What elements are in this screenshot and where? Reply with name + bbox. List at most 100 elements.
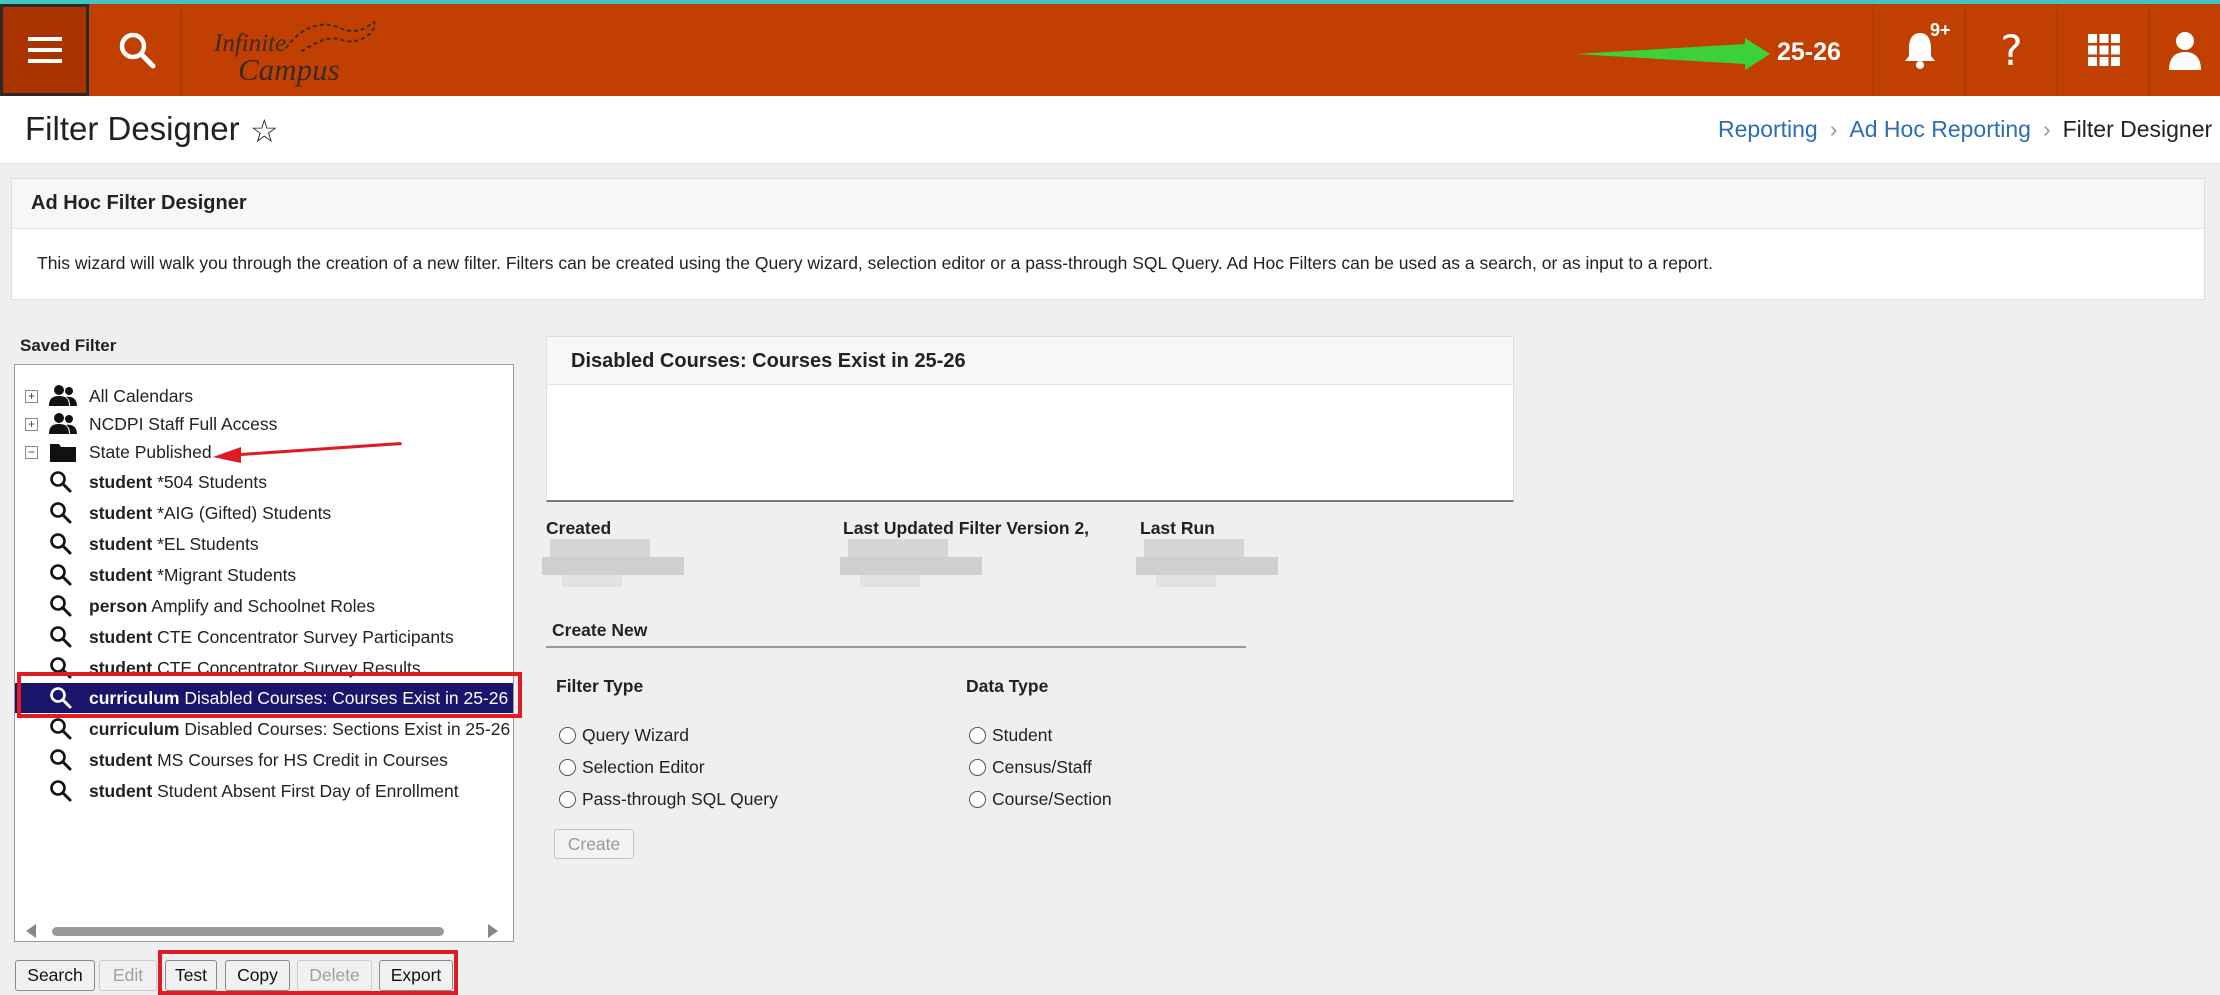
tree-folder-all-calendars[interactable]: + All Calendars bbox=[15, 381, 513, 411]
info-panel: Ad Hoc Filter Designer This wizard will … bbox=[11, 178, 2205, 300]
infinite-campus-logo: Infinite Campus bbox=[212, 14, 382, 87]
collapse-icon[interactable]: − bbox=[25, 445, 38, 459]
filter-item-type: curriculum bbox=[89, 718, 180, 739]
radio-circle[interactable] bbox=[559, 791, 576, 808]
radio-label: Course/Section bbox=[992, 789, 1112, 809]
radio-label: Student bbox=[992, 725, 1053, 745]
radio-circle[interactable] bbox=[559, 727, 576, 744]
radio-circle[interactable] bbox=[969, 759, 986, 776]
filter-item-name: Disabled Courses: Sections Exist in 25-2… bbox=[184, 718, 511, 739]
tree-folder-ncdpi-staff[interactable]: + NCDPI Staff Full Access bbox=[15, 409, 513, 439]
scroll-left-arrow-icon[interactable] bbox=[26, 924, 36, 938]
filter-item[interactable]: person Amplify and Schoolnet Roles bbox=[15, 591, 513, 621]
radio-census-staff[interactable]: Census/Staff bbox=[969, 757, 1092, 778]
top-bar: Infinite Campus 25-26 9+ ? bbox=[0, 0, 2220, 96]
filter-item[interactable]: student *Migrant Students bbox=[15, 560, 513, 590]
filter-item-type: student bbox=[89, 780, 153, 801]
tree-folder-label: NCDPI Staff Full Access bbox=[89, 413, 278, 434]
breadcrumb-reporting[interactable]: Reporting bbox=[1718, 116, 1818, 142]
filter-item-type: student bbox=[89, 564, 153, 585]
search-button[interactable]: Search bbox=[15, 960, 95, 991]
filter-detail-title: Disabled Courses: Courses Exist in 25-26 bbox=[547, 337, 1513, 385]
search-icon bbox=[50, 780, 72, 802]
users-group-icon bbox=[49, 385, 77, 406]
users-group-icon bbox=[49, 413, 77, 434]
filter-item-name: *AIG (Gifted) Students bbox=[157, 502, 332, 523]
search-button[interactable] bbox=[92, 4, 182, 96]
filter-item[interactable]: student Student Absent First Day of Enro… bbox=[15, 776, 513, 806]
chevron-right-icon: › bbox=[1829, 116, 1838, 142]
radio-circle[interactable] bbox=[969, 727, 986, 744]
radio-circle[interactable] bbox=[559, 759, 576, 776]
search-icon bbox=[50, 502, 72, 524]
filter-item-name: MS Courses for HS Credit in Courses bbox=[157, 749, 448, 770]
radio-selection-editor[interactable]: Selection Editor bbox=[559, 757, 705, 778]
radio-student[interactable]: Student bbox=[969, 725, 1052, 746]
saved-filter-label: Saved Filter bbox=[20, 336, 117, 355]
question-icon: ? bbox=[2000, 25, 2023, 75]
notification-badge: 9+ bbox=[1930, 20, 1951, 40]
filter-item-type: student bbox=[89, 471, 153, 492]
filter-item[interactable]: student CTE Concentrator Survey Particip… bbox=[15, 622, 513, 652]
scroll-right-arrow-icon[interactable] bbox=[488, 924, 498, 938]
filter-item-name: *EL Students bbox=[157, 533, 259, 554]
filter-item-type: student bbox=[89, 533, 153, 554]
data-type-label: Data Type bbox=[966, 676, 1049, 696]
breadcrumb: Reporting › Ad Hoc Reporting › Filter Design… bbox=[1718, 116, 2212, 143]
scrollbar-thumb[interactable] bbox=[52, 927, 444, 936]
filter-item-name: Student Absent First Day of Enrollment bbox=[157, 780, 459, 801]
tree-folder-label: State Published bbox=[89, 441, 212, 462]
radio-label: Census/Staff bbox=[992, 757, 1092, 777]
filter-item[interactable]: curriculum Disabled Courses: Sections Ex… bbox=[15, 714, 513, 744]
filter-item-type: student bbox=[89, 749, 153, 770]
search-icon bbox=[50, 718, 72, 740]
info-panel-title: Ad Hoc Filter Designer bbox=[12, 179, 2204, 229]
expand-icon[interactable]: + bbox=[25, 417, 38, 431]
radio-label: Selection Editor bbox=[582, 757, 705, 777]
search-icon bbox=[50, 595, 72, 617]
red-annotation-box-selected bbox=[17, 672, 522, 718]
search-icon bbox=[50, 626, 72, 648]
search-icon bbox=[50, 749, 72, 771]
edit-button[interactable]: Edit bbox=[99, 960, 157, 991]
radio-circle[interactable] bbox=[969, 791, 986, 808]
favorite-star-icon[interactable]: ☆ bbox=[250, 112, 279, 150]
help-button[interactable]: ? bbox=[1965, 4, 2057, 96]
redacted-updated-value bbox=[840, 535, 982, 593]
page-title: Filter Designer bbox=[25, 110, 240, 147]
redacted-created-value bbox=[542, 535, 684, 593]
radio-label: Query Wizard bbox=[582, 725, 689, 745]
radio-course-section[interactable]: Course/Section bbox=[969, 789, 1112, 810]
logo-text-line2: Campus bbox=[238, 52, 340, 87]
notifications-button[interactable] bbox=[1873, 4, 1965, 96]
filter-item[interactable]: student *EL Students bbox=[15, 529, 513, 559]
horizontal-scrollbar[interactable] bbox=[14, 920, 514, 942]
apps-button[interactable] bbox=[2057, 4, 2149, 96]
filter-item-type: student bbox=[89, 626, 153, 647]
search-icon bbox=[50, 564, 72, 586]
filter-item[interactable]: student *504 Students bbox=[15, 467, 513, 497]
radio-query-wizard[interactable]: Query Wizard bbox=[559, 725, 689, 746]
filter-item-name: *Migrant Students bbox=[157, 564, 297, 585]
filter-item-name: CTE Concentrator Survey Participants bbox=[157, 626, 454, 647]
hamburger-icon bbox=[27, 37, 62, 63]
folder-open-icon bbox=[50, 444, 76, 462]
user-account-button[interactable] bbox=[2149, 4, 2220, 96]
saved-filter-tree[interactable]: + All Calendars + NCDPI Staff Full Acces… bbox=[14, 364, 514, 942]
grid-icon bbox=[2087, 34, 2120, 66]
green-annotation-arrow bbox=[1575, 38, 1770, 70]
radio-label: Pass-through SQL Query bbox=[582, 789, 778, 809]
search-icon bbox=[50, 471, 72, 493]
breadcrumb-ad-hoc-reporting[interactable]: Ad Hoc Reporting bbox=[1849, 116, 2031, 142]
radio-pass-through-sql[interactable]: Pass-through SQL Query bbox=[559, 789, 778, 810]
create-new-heading: Create New bbox=[552, 620, 648, 640]
chevron-right-icon: › bbox=[2042, 116, 2051, 142]
expand-icon[interactable]: + bbox=[25, 389, 38, 403]
filter-type-label: Filter Type bbox=[556, 676, 644, 696]
menu-button[interactable] bbox=[0, 4, 89, 96]
filter-item[interactable]: student *AIG (Gifted) Students bbox=[15, 498, 513, 528]
school-year-selector[interactable]: 25-26 bbox=[1777, 38, 1841, 67]
filter-item[interactable]: student MS Courses for HS Credit in Cour… bbox=[15, 745, 513, 775]
create-button[interactable]: Create bbox=[554, 829, 634, 859]
filter-detail-panel: Disabled Courses: Courses Exist in 25-26 bbox=[546, 336, 1514, 502]
